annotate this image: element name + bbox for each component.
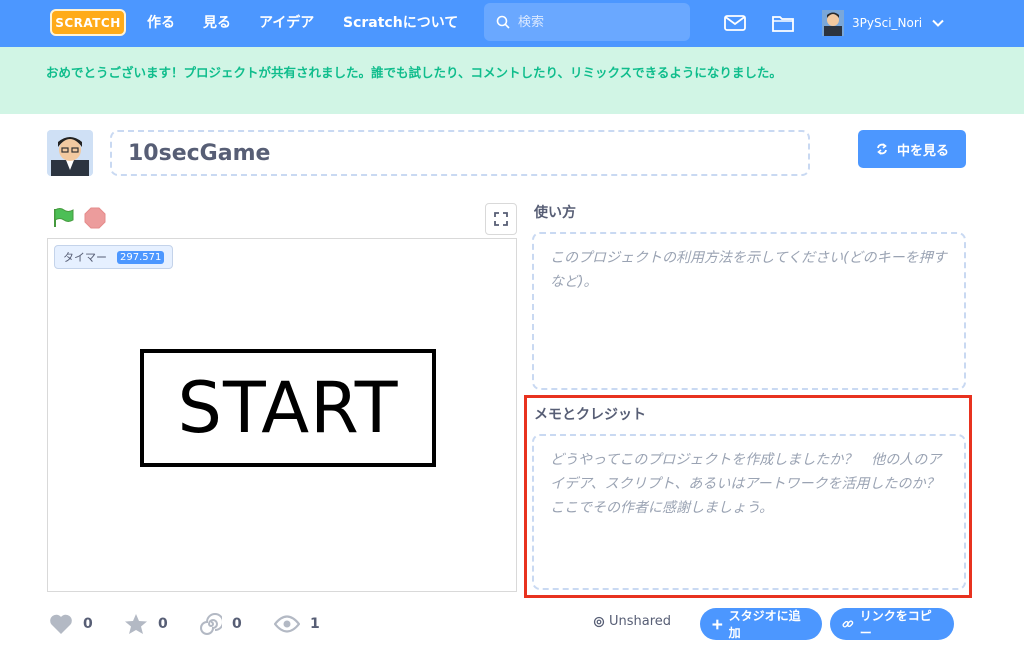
author-avatar[interactable] xyxy=(47,130,93,176)
my-stuff-folder-icon[interactable] xyxy=(770,10,796,36)
timer-monitor: タイマー 297.571 xyxy=(54,245,174,269)
share-success-banner: おめでとうございます！プロジェクトが共有されました。誰でも試したり、コメントした… xyxy=(0,47,1024,114)
star-icon xyxy=(125,614,147,634)
unshared-link[interactable]: Unshared xyxy=(593,614,671,629)
plus-icon xyxy=(712,619,723,629)
notes-highlight-box xyxy=(524,395,972,598)
see-inside-label: 中を見る xyxy=(896,143,949,159)
user-avatar xyxy=(822,10,844,36)
chevron-down-icon xyxy=(932,19,944,27)
username: 3PySci_Nori xyxy=(852,16,923,30)
unshared-icon xyxy=(593,616,605,627)
stop-icon[interactable] xyxy=(84,207,106,229)
start-text: START xyxy=(177,367,399,449)
link-icon xyxy=(842,620,854,628)
nav-create[interactable]: 作る xyxy=(147,0,175,47)
messages-icon[interactable] xyxy=(722,10,748,36)
banner-message: おめでとうございます！プロジェクトが共有されました。誰でも試したり、コメントした… xyxy=(46,65,782,80)
search-box xyxy=(484,3,690,41)
remix-arrows-icon xyxy=(877,143,887,155)
instructions-label: 使い方 xyxy=(534,205,576,221)
add-to-studio-button[interactable]: スタジオに追加 xyxy=(700,608,822,640)
start-sprite[interactable]: START xyxy=(140,349,436,467)
instructions-textarea[interactable]: このプロジェクトの利用方法を示してください(どのキーを押すなど)。 xyxy=(532,232,966,390)
fullscreen-icon xyxy=(494,212,508,226)
timer-label: タイマー xyxy=(63,251,107,264)
search-icon xyxy=(496,15,510,29)
nav-explore[interactable]: 見る xyxy=(203,0,231,47)
favorite-count[interactable]: 0 xyxy=(124,612,168,636)
timer-value: 297.571 xyxy=(117,250,165,264)
top-nav: SCRATCH 作る 見る アイデア Scratchについて 3PySci_No… xyxy=(0,0,1024,47)
eye-icon xyxy=(274,615,300,633)
copy-link-button[interactable]: リンクをコピー xyxy=(830,608,954,640)
remix-count: 0 xyxy=(200,612,242,636)
project-title-input[interactable]: 10secGame xyxy=(110,130,810,176)
project-page: 10secGame 中を見る タイマー 297.571 START 使い方 この… xyxy=(0,114,1024,648)
love-count[interactable]: 0 xyxy=(49,612,93,636)
project-stage[interactable]: タイマー 297.571 START xyxy=(47,238,517,592)
remix-spiral-icon xyxy=(200,613,222,635)
user-menu[interactable]: 3PySci_Nori xyxy=(822,8,944,38)
nav-ideas[interactable]: アイデア xyxy=(259,0,314,47)
nav-about[interactable]: Scratchについて xyxy=(343,0,458,47)
fullscreen-button[interactable] xyxy=(485,203,517,235)
see-inside-button[interactable]: 中を見る xyxy=(858,130,966,168)
green-flag-icon[interactable] xyxy=(52,207,74,229)
view-count: 1 xyxy=(274,612,320,636)
heart-icon xyxy=(50,614,72,634)
scratch-logo[interactable]: SCRATCH xyxy=(50,9,126,36)
search-input[interactable] xyxy=(518,14,678,30)
